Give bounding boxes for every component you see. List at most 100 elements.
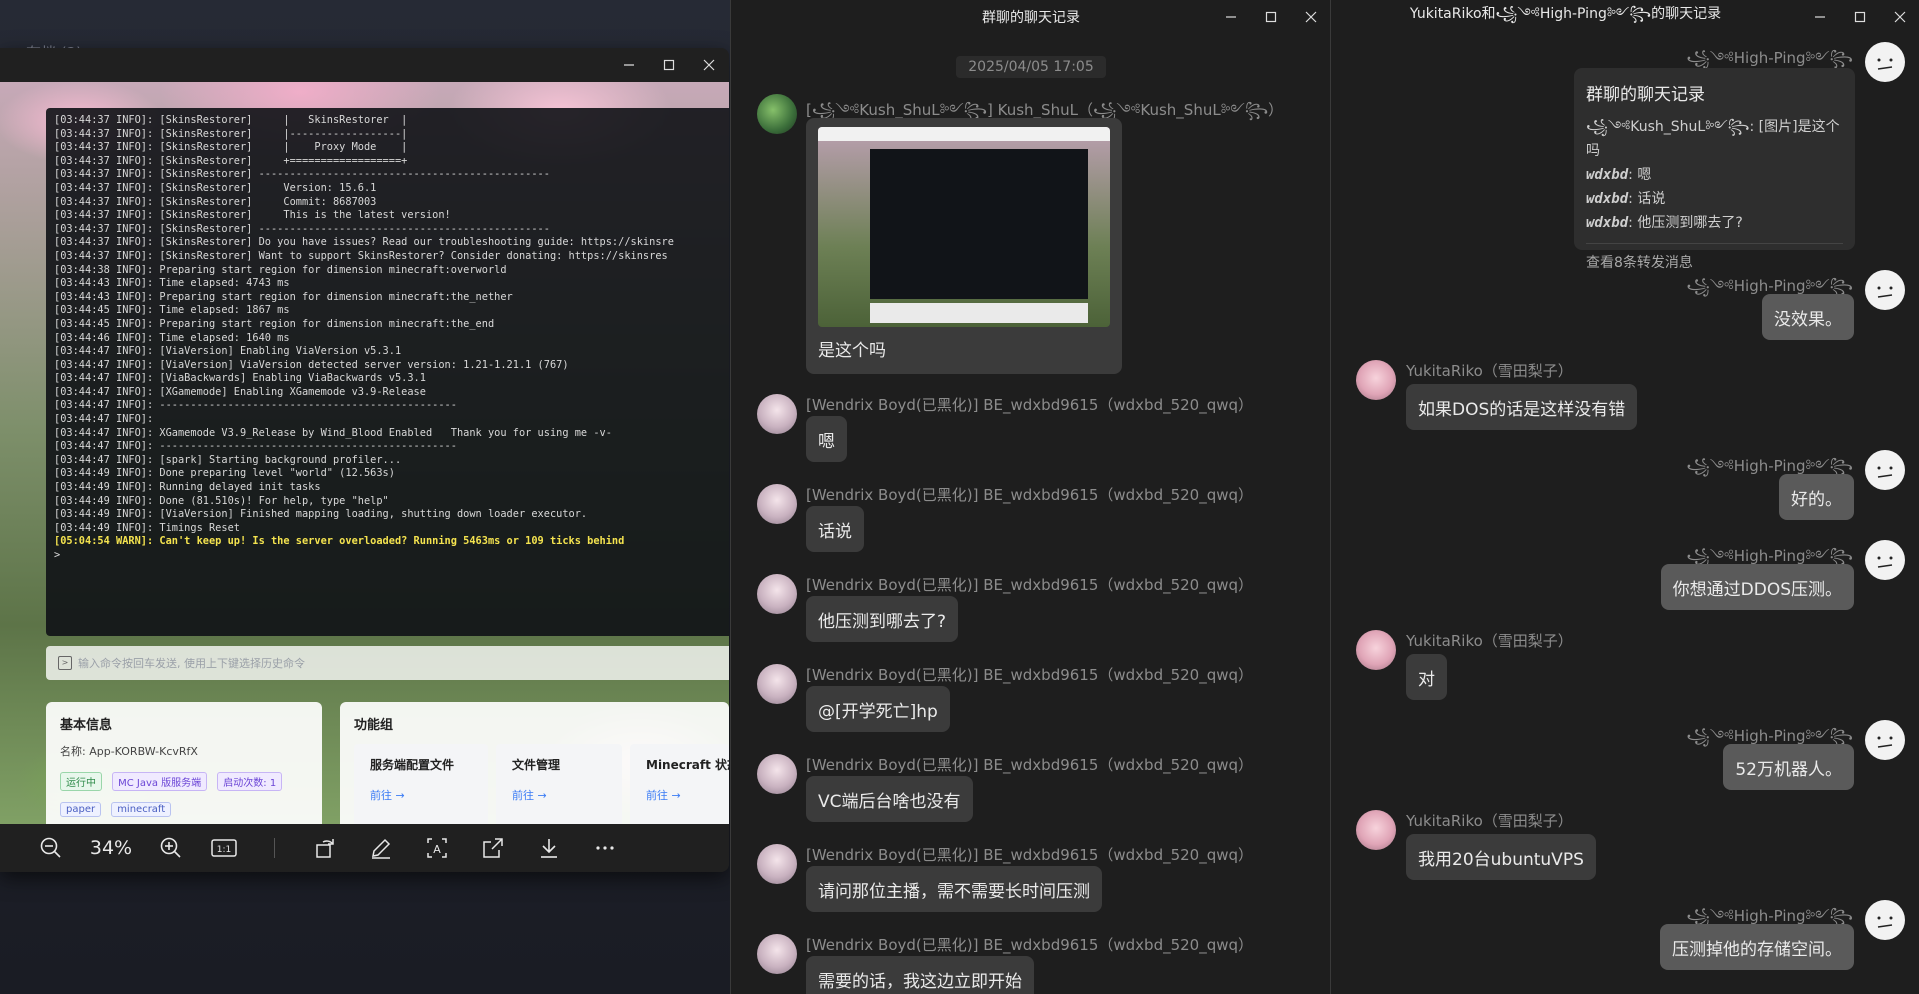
start-count-badge: 启动次数: 1: [217, 772, 283, 791]
basic-info-title: 基本信息: [60, 718, 113, 733]
config-file-link[interactable]: 前往 →: [370, 787, 472, 803]
viewed-image: [03:44:37 INFO]: [SkinsRestorer] | Skins…: [0, 82, 729, 858]
console-line: [03:44:47 INFO]: -----------------------…: [54, 440, 457, 453]
message-bubble[interactable]: 需要的话，我这边立即开始: [806, 956, 1034, 994]
console-line: [03:44:47 INFO]: [ViaVersion] Enabling V…: [54, 345, 402, 358]
face-icon: [1877, 58, 1893, 70]
close-button[interactable]: [689, 48, 729, 82]
forward-line: wdxbd: 他压测到哪去了?: [1586, 211, 1843, 235]
maximize-icon: [663, 59, 675, 71]
sender-name: [Wendrix Boyd(已黑化)] BE_wdxbd9615（wdxbd_5…: [806, 756, 1254, 774]
close-button[interactable]: [1291, 0, 1331, 34]
avatar[interactable]: [1356, 360, 1396, 400]
avatar[interactable]: [757, 844, 797, 884]
zoom-out-button[interactable]: [26, 824, 76, 872]
command-input[interactable]: > 输入命令按回车发送, 使用上下键选择历史命令: [46, 646, 729, 680]
avatar[interactable]: [757, 934, 797, 974]
text-recognition-button[interactable]: A: [409, 824, 465, 872]
close-icon: [1305, 11, 1317, 23]
minimize-icon: [624, 64, 634, 66]
download-icon: [541, 839, 557, 858]
message-text: 是这个吗: [818, 341, 886, 361]
message-bubble[interactable]: 我用20台ubuntuVPS: [1406, 834, 1596, 880]
message-image[interactable]: [818, 127, 1110, 327]
forwarded-messages-card[interactable]: 群聊的聊天记录 ꧁༺Kush_ShuL༻꧂: [图片]是这个吗 wdxbd: 嗯…: [1574, 68, 1855, 271]
message-bubble[interactable]: 他压测到哪去了?: [806, 596, 959, 642]
avatar[interactable]: [757, 394, 797, 434]
console-line: [03:44:37 INFO]: [SkinsRestorer] Version…: [54, 181, 377, 194]
minimize-button[interactable]: [1211, 0, 1251, 34]
zoom-in-button[interactable]: [146, 824, 196, 872]
message-bubble[interactable]: 对: [1406, 654, 1447, 700]
console-line: [03:44:47 INFO]: [spark] Starting backgr…: [54, 453, 402, 466]
message-bubble[interactable]: @[开学死亡]hp: [806, 686, 950, 732]
rotate-button[interactable]: [297, 824, 353, 872]
message-bubble[interactable]: 好的。: [1779, 474, 1854, 520]
console-line: [03:44:47 INFO]: -----------------------…: [54, 399, 457, 412]
sender-name: YukitaRiko（雪田梨子）: [1406, 362, 1573, 380]
avatar[interactable]: [1865, 450, 1905, 490]
mc-status-link[interactable]: 前往 →: [646, 787, 713, 803]
more-icon: [596, 846, 614, 850]
avatar[interactable]: [757, 664, 797, 704]
date-separator: 2025/04/05 17:05: [956, 56, 1106, 78]
actual-size-button[interactable]: 1:1: [196, 824, 252, 872]
maximize-button[interactable]: [1840, 0, 1880, 34]
share-button[interactable]: [465, 824, 521, 872]
message-bubble[interactable]: 如果DOS的话是这样没有错: [1406, 384, 1638, 430]
console-line: [03:44:37 INFO]: [SkinsRestorer] | Skins…: [54, 114, 408, 126]
close-button[interactable]: [1880, 0, 1919, 34]
console-line: [03:44:49 INFO]: Timings Reset: [54, 521, 240, 534]
viewer-titlebar: [0, 48, 729, 82]
sender-name: [Wendrix Boyd(已黑化)] BE_wdxbd9615（wdxbd_5…: [806, 396, 1254, 414]
sender-name: [Wendrix Boyd(已黑化)] BE_wdxbd9615（wdxbd_5…: [806, 576, 1254, 594]
sender-name: [Wendrix Boyd(已黑化)] BE_wdxbd9615（wdxbd_5…: [806, 486, 1254, 504]
minimize-button[interactable]: [609, 48, 649, 82]
message-bubble[interactable]: 你想通过DDOS压测。: [1660, 564, 1854, 610]
maximize-button[interactable]: [1251, 0, 1291, 34]
message-bubble[interactable]: VC端后台啥也没有: [806, 776, 973, 822]
avatar[interactable]: [1865, 540, 1905, 580]
text-recognition-icon: A: [427, 838, 447, 858]
message-bubble-image[interactable]: 是这个吗: [806, 118, 1122, 374]
more-button[interactable]: [577, 824, 633, 872]
maximize-icon: [1265, 11, 1277, 23]
avatar[interactable]: [1356, 810, 1396, 850]
console-line: [03:44:47 INFO]:: [54, 413, 154, 426]
avatar[interactable]: [1865, 42, 1905, 82]
message-bubble[interactable]: 没效果。: [1762, 294, 1854, 340]
sender-name: [Wendrix Boyd(已黑化)] BE_wdxbd9615（wdxbd_5…: [806, 846, 1254, 864]
file-manager-link[interactable]: 前往 →: [512, 787, 606, 803]
message-bubble[interactable]: 话说: [806, 506, 864, 552]
avatar[interactable]: [1865, 720, 1905, 760]
avatar[interactable]: [757, 94, 797, 134]
sender-name: [Wendrix Boyd(已黑化)] BE_wdxbd9615（wdxbd_5…: [806, 936, 1254, 954]
avatar[interactable]: [757, 484, 797, 524]
viewer-toolbar: 34% 1:1 A: [0, 824, 729, 872]
forward-line: wdxbd: 话说: [1586, 187, 1843, 211]
console-line: [03:44:46 INFO]: Time elapsed: 1640 ms: [54, 331, 290, 344]
console-line: [03:44:37 INFO]: [SkinsRestorer] Want to…: [54, 249, 668, 262]
minimize-button[interactable]: [1800, 0, 1840, 34]
avatar[interactable]: [1865, 900, 1905, 940]
forward-sender: wdxbd: [1586, 167, 1629, 183]
avatar[interactable]: [1356, 630, 1396, 670]
edit-button[interactable]: [353, 824, 409, 872]
avatar[interactable]: [757, 574, 797, 614]
console-line: [03:44:37 INFO]: [SkinsRestorer] +======…: [54, 154, 408, 167]
avatar[interactable]: [757, 754, 797, 794]
message-bubble[interactable]: 嗯: [806, 416, 847, 462]
maximize-button[interactable]: [649, 48, 689, 82]
download-button[interactable]: [521, 824, 577, 872]
sender-name: YukitaRiko（雪田梨子）: [1406, 632, 1573, 650]
console-log: [03:44:37 INFO]: [SkinsRestorer] | Skins…: [54, 114, 721, 535]
console-line: [03:44:37 INFO]: [SkinsRestorer] |------…: [54, 127, 408, 140]
message-bubble[interactable]: 请问那位主播，需不需要长时间压测: [806, 866, 1102, 912]
message-bubble[interactable]: 52万机器人。: [1723, 744, 1854, 790]
view-forwarded-link[interactable]: 查看8条转发消息: [1586, 252, 1843, 272]
console-line: [03:44:47 INFO]: [ViaVersion] ViaVersion…: [54, 358, 569, 371]
sender-name: YukitaRiko（雪田梨子）: [1406, 812, 1573, 830]
avatar[interactable]: [1865, 270, 1905, 310]
console-line: [03:44:43 INFO]: Time elapsed: 4743 ms: [54, 277, 290, 290]
message-bubble[interactable]: 压测掉他的存储空间。: [1660, 924, 1854, 970]
